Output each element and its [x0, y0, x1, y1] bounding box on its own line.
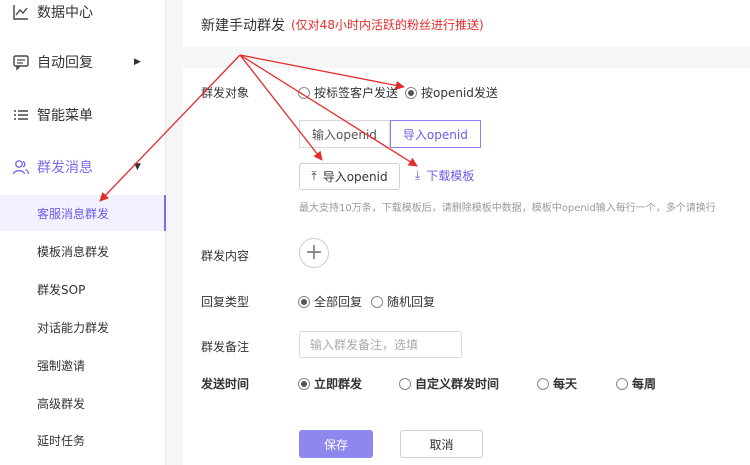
list-icon	[14, 110, 28, 120]
radio-label: 自定义群发时间	[415, 377, 500, 391]
radio-dot	[537, 377, 549, 390]
page-tip: (仅对48小时内活跃的粉丝进行推送)	[291, 18, 484, 32]
radio-dot	[298, 377, 310, 390]
cancel-button[interactable]: 取消	[400, 430, 483, 458]
reply-label: 回复类型	[201, 295, 250, 309]
sidebar-item-label: 群发消息	[37, 160, 93, 176]
radio-dot	[616, 377, 628, 390]
openid-tabs: 输入openid 导入openid	[299, 120, 481, 148]
sidebar-item-auto-reply[interactable]: 自动回复 ▶	[0, 42, 166, 82]
users-icon	[12, 160, 30, 175]
radio-label: 按标签客户发送	[314, 86, 399, 100]
plus-icon: +	[304, 240, 324, 265]
download-template-label: 下载模板	[426, 169, 475, 183]
sidebar-sub-item-advanced[interactable]: 高级群发	[0, 385, 166, 421]
form-panel: 群发对象 按标签客户发送 按openid发送 输入openid 导入openid…	[183, 68, 750, 465]
sidebar-item-label: 自动回复	[37, 55, 93, 71]
radio-label: 每天	[553, 377, 578, 391]
sidebar-sub-item-label: 强制邀请	[37, 358, 86, 373]
tab-import-openid[interactable]: 导入openid	[389, 120, 481, 148]
sidebar-sub-item-label: 群发SOP	[37, 282, 86, 297]
sidebar-sub-item-template[interactable]: 模板消息群发	[0, 233, 166, 269]
radio-label: 按openid发送	[421, 86, 498, 100]
radio-time-custom[interactable]: 自定义群发时间	[399, 375, 499, 392]
radio-reply-all[interactable]: 全部回复	[298, 293, 362, 310]
radio-time-weekly[interactable]: 每周	[616, 375, 656, 392]
sidebar-item-smart-menu[interactable]: 智能菜单	[0, 95, 166, 135]
import-openid-label: 导入openid	[322, 170, 388, 184]
time-label: 发送时间	[201, 377, 250, 391]
radio-label: 每周	[632, 377, 657, 391]
import-openid-button[interactable]: ⤒ 导入openid	[299, 163, 400, 190]
radio-target-tag[interactable]: 按标签客户发送	[298, 84, 398, 101]
radio-label: 立即群发	[314, 377, 363, 391]
sidebar-item-data-center[interactable]: 数据中心	[0, 0, 166, 32]
message-icon	[13, 55, 29, 71]
radio-label: 全部回复	[314, 295, 363, 309]
radio-label: 随机回复	[387, 295, 436, 309]
upload-icon: ⤒	[311, 169, 317, 183]
radio-dot	[298, 86, 310, 99]
radio-reply-random[interactable]: 随机回复	[371, 293, 435, 310]
save-button[interactable]: 保存	[299, 430, 373, 458]
chart-line-icon	[13, 5, 28, 20]
remark-input[interactable]	[299, 331, 462, 358]
download-icon: ⤓	[415, 168, 421, 182]
sidebar-sub-item-label: 延时任务	[37, 433, 86, 448]
radio-dot	[371, 295, 383, 308]
sidebar-item-label: 数据中心	[37, 5, 93, 21]
page-header: 新建手动群发 (仅对48小时内活跃的粉丝进行推送)	[183, 0, 750, 47]
page-title: 新建手动群发	[201, 18, 285, 34]
sidebar-sub-item-label: 高级群发	[37, 396, 86, 411]
chevron-down-icon: ▼	[134, 162, 141, 172]
sidebar-sub-item-label: 客服消息群发	[37, 206, 110, 221]
radio-dot	[405, 86, 417, 99]
sidebar-sub-item-label: 模板消息群发	[37, 244, 110, 259]
sidebar-sub-item-customer-service[interactable]: 客服消息群发	[0, 195, 166, 231]
sidebar-sub-item-force-invite[interactable]: 强制邀请	[0, 347, 166, 383]
radio-target-openid[interactable]: 按openid发送	[405, 84, 498, 101]
tab-input-openid[interactable]: 输入openid	[299, 120, 390, 148]
content-label: 群发内容	[201, 249, 250, 263]
sidebar: 数据中心 自动回复 ▶ 智能菜单 群发消息 ▼ 客服消息群发 模板消息群发 群发…	[0, 0, 166, 465]
remark-label: 群发备注	[201, 340, 250, 354]
target-label: 群发对象	[201, 86, 250, 100]
sidebar-sub-item-delayed[interactable]: 延时任务	[0, 422, 166, 458]
sidebar-item-label: 智能菜单	[37, 108, 93, 124]
add-content-button[interactable]: +	[299, 238, 329, 268]
import-hint: 最大支持10万条，下载模板后，请删除模板中数据，模板中openid输入每行一个，…	[299, 203, 716, 214]
radio-dot	[399, 377, 411, 390]
download-template-link[interactable]: ⤓ 下载模板	[415, 167, 474, 184]
radio-dot	[298, 295, 310, 308]
radio-time-now[interactable]: 立即群发	[298, 375, 362, 392]
sidebar-sub-item-sop[interactable]: 群发SOP	[0, 271, 166, 307]
chevron-right-icon: ▶	[134, 57, 141, 67]
radio-time-daily[interactable]: 每天	[537, 375, 577, 392]
sidebar-item-mass-message[interactable]: 群发消息 ▼	[0, 147, 166, 187]
sidebar-sub-item-dialog[interactable]: 对话能力群发	[0, 309, 166, 345]
sidebar-sub-item-label: 对话能力群发	[37, 320, 110, 335]
